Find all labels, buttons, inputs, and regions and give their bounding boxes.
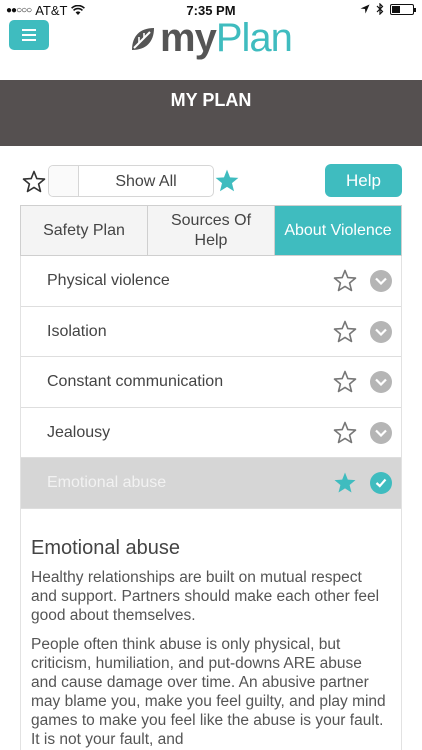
toggle-knob[interactable] (49, 166, 79, 196)
title-bar: MY PLAN (0, 80, 422, 146)
star-filled-icon[interactable] (214, 168, 240, 194)
chevron-down-icon (375, 277, 387, 285)
tab-bar: Safety Plan Sources Of Help About Violen… (20, 205, 402, 256)
star-outline-icon[interactable] (333, 269, 357, 293)
menu-icon-line (22, 34, 36, 36)
detail-panel: Emotional abuse Healthy relationships ar… (20, 509, 402, 750)
status-right (360, 3, 416, 15)
list-item-isolation[interactable]: Isolation (21, 306, 401, 357)
battery-icon (390, 3, 416, 15)
detail-title: Emotional abuse (31, 537, 180, 559)
star-filled-icon[interactable] (333, 471, 357, 495)
star-outline-icon[interactable] (22, 170, 46, 194)
check-circle-icon[interactable] (370, 270, 392, 292)
logo-text-plan: Plan (215, 16, 293, 60)
detail-paragraph: People often think abuse is only physica… (31, 636, 386, 748)
page-title: MY PLAN (170, 90, 252, 110)
list-item-label: Constant communication (47, 373, 224, 390)
list-item-label: Physical violence (47, 272, 170, 289)
leaf-logo-icon (132, 28, 154, 50)
menu-icon-line (22, 39, 36, 41)
tab-safety-plan[interactable]: Safety Plan (21, 206, 148, 255)
show-all-toggle[interactable]: Show All (48, 165, 214, 197)
battery-level (392, 5, 400, 13)
help-button[interactable]: Help (325, 164, 402, 197)
menu-icon-line (22, 29, 36, 31)
bluetooth-icon (376, 3, 384, 15)
list-item-jealousy[interactable]: Jealousy (21, 407, 401, 458)
list-item-constant-communication[interactable]: Constant communication (21, 357, 401, 408)
chevron-down-icon (375, 378, 387, 386)
star-outline-icon[interactable] (333, 421, 357, 445)
list-item-label: Isolation (47, 322, 107, 340)
star-outline-icon[interactable] (333, 320, 357, 344)
list-item-physical-violence[interactable]: Physical violence (21, 256, 401, 307)
list-item-label: Jealousy (47, 423, 111, 441)
logo-text-my: my (160, 16, 217, 60)
show-all-label: Show All (115, 173, 177, 190)
tab-sources-of-help[interactable]: Sources Of Help (148, 206, 275, 255)
detail-paragraph: Healthy relationships are built on mutua… (31, 569, 380, 624)
checkmark-icon (375, 478, 387, 488)
list-item-emotional-abuse[interactable]: Emotional abuse (21, 458, 401, 509)
chevron-down-icon (375, 328, 387, 336)
star-outline-icon[interactable] (333, 370, 357, 394)
violence-type-list: Physical violence Isolation Constant com… (20, 256, 402, 509)
location-arrow-icon (360, 4, 370, 14)
tab-about-violence[interactable]: About Violence (275, 206, 401, 255)
list-item-label: Emotional abuse (47, 474, 167, 491)
check-circle-icon[interactable] (370, 320, 392, 343)
app-logo: my Plan (130, 14, 293, 62)
check-circle-icon[interactable] (370, 472, 392, 494)
check-circle-icon[interactable] (370, 421, 392, 444)
menu-button[interactable] (9, 20, 49, 50)
chevron-down-icon (375, 429, 387, 437)
check-circle-icon[interactable] (370, 371, 392, 393)
